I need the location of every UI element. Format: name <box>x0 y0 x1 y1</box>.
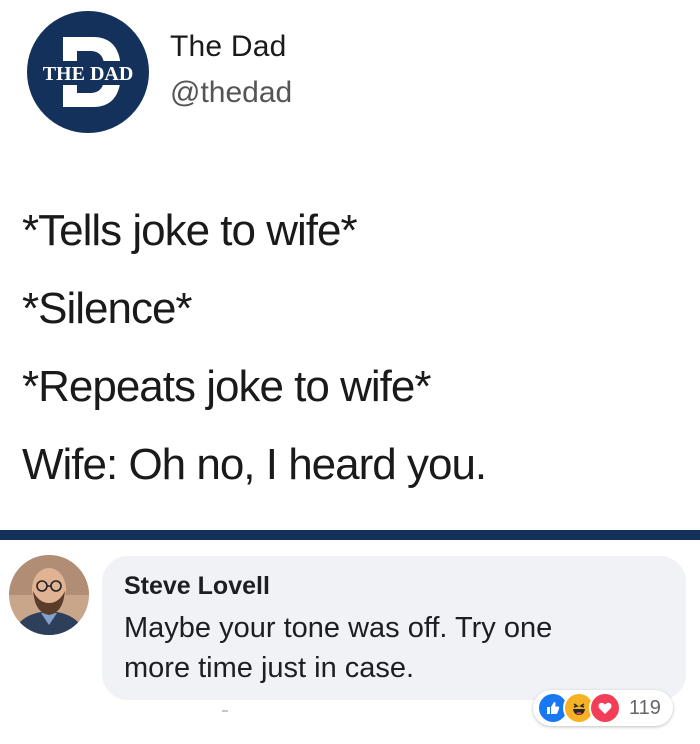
logo-text: THE DAD <box>43 63 134 85</box>
reaction-count: 119 <box>629 696 661 719</box>
person-avatar-icon <box>9 555 89 635</box>
divider-mark <box>222 710 228 712</box>
tweet-line: Wife: Oh no, I heard you. <box>22 440 487 489</box>
section-divider <box>0 530 700 540</box>
comment-bubble: Steve Lovell Maybe your tone was off. Tr… <box>102 556 686 700</box>
tweet-line: *Tells joke to wife* <box>22 206 358 255</box>
comment: Steve Lovell Maybe your tone was off. Tr… <box>0 540 700 744</box>
screenshot: THE DAD The Dad @thedad *Tells joke to w… <box>0 0 700 744</box>
tweet-text: *Tells joke to wife* *Silence* *Repeats … <box>22 192 487 504</box>
tweet-line: *Repeats joke to wife* <box>22 362 431 411</box>
comment-author[interactable]: Steve Lovell <box>124 572 270 601</box>
account-handle[interactable]: @thedad <box>170 76 292 110</box>
love-icon <box>589 692 621 724</box>
tweet-line: *Silence* <box>22 284 193 333</box>
account-name[interactable]: The Dad <box>170 30 286 64</box>
tweet-card: THE DAD The Dad @thedad *Tells joke to w… <box>0 0 700 530</box>
the-dad-logo[interactable]: THE DAD <box>27 11 149 133</box>
comment-text: Maybe your tone was off. Try one more ti… <box>124 612 553 684</box>
reactions-summary[interactable]: 119 <box>533 690 673 726</box>
avatar[interactable] <box>9 555 89 635</box>
the-dad-logo-icon: THE DAD <box>27 11 149 133</box>
